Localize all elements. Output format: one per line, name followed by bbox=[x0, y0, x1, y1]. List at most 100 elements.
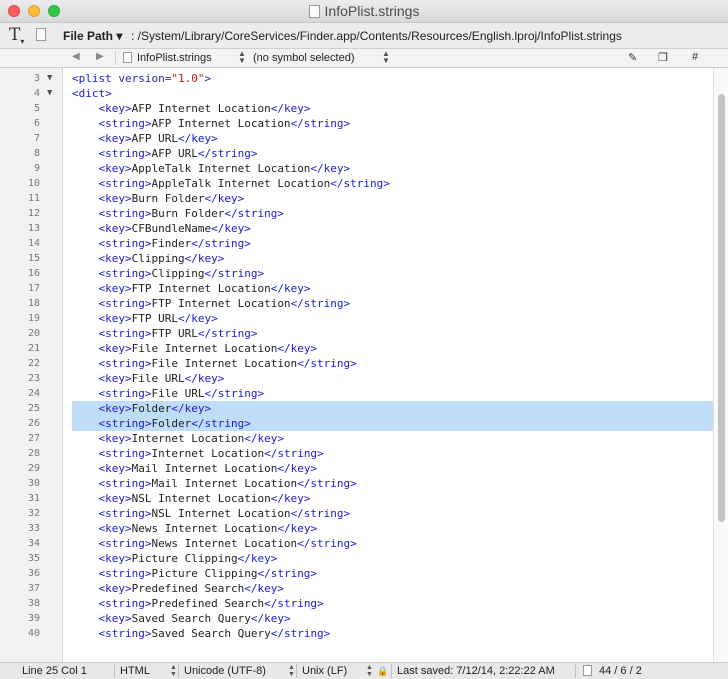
text-token: AppleTalk Internet Location bbox=[151, 177, 331, 190]
code-line[interactable]: 33 <key>News Internet Location</key> bbox=[0, 521, 728, 536]
code-line[interactable]: 4 ▼ <dict> bbox=[0, 86, 728, 101]
code-line[interactable]: 25 <key>Folder</key> bbox=[0, 401, 728, 416]
lock-icon[interactable]: 🔒 bbox=[377, 666, 388, 677]
line-number: 33 bbox=[27, 523, 40, 534]
line-text: <key>Mail Internet Location</key> bbox=[72, 461, 318, 476]
symbol-popup-arrows-icon[interactable]: ▲ ▼ bbox=[382, 50, 390, 65]
syntax-token: </string> bbox=[264, 597, 324, 610]
code-line[interactable]: 3 ▼ <plist version="1.0"> bbox=[0, 71, 728, 86]
last-saved: Last saved: 7/12/14, 2:22:22 AM bbox=[397, 665, 555, 677]
line-text: <key>AFP URL</key> bbox=[72, 131, 218, 146]
code-line[interactable]: 40 <string>Saved Search Query</string> bbox=[0, 626, 728, 641]
line-number: 40 bbox=[27, 628, 40, 639]
fold-toggle-icon[interactable]: ▼ bbox=[47, 71, 52, 86]
code-line[interactable]: 38 <string>Predefined Search</string> bbox=[0, 596, 728, 611]
code-line[interactable]: 34 <string>News Internet Location</strin… bbox=[0, 536, 728, 551]
syntax-token: <string> bbox=[98, 567, 152, 580]
documents-icon[interactable]: ❐ bbox=[658, 51, 668, 64]
code-line[interactable]: 39 <key>Saved Search Query</key> bbox=[0, 611, 728, 626]
text-token: Picture Clipping bbox=[151, 567, 258, 580]
code-line[interactable]: 29 <key>Mail Internet Location</key> bbox=[0, 461, 728, 476]
code-line[interactable]: 19 <key>FTP URL</key> bbox=[0, 311, 728, 326]
line-number: 28 bbox=[27, 448, 40, 459]
code-line[interactable]: 30 <string>Mail Internet Location</strin… bbox=[0, 476, 728, 491]
syntax-token: <string> bbox=[98, 357, 152, 370]
line-text: <key>NSL Internet Location</key> bbox=[72, 491, 311, 506]
syntax-token: <string> bbox=[98, 477, 152, 490]
line-number: 11 bbox=[27, 193, 40, 204]
forward-icon[interactable]: ▶ bbox=[96, 51, 104, 62]
syntax-token: <string> bbox=[98, 327, 152, 340]
line-text: <key>Saved Search Query</key> bbox=[72, 611, 291, 626]
line-text: <plist version="1.0"> bbox=[72, 71, 211, 86]
code-line[interactable]: 35 <key>Picture Clipping</key> bbox=[0, 551, 728, 566]
code-line[interactable]: 8 <string>AFP URL</string> bbox=[0, 146, 728, 161]
line-endings-arrows-icon[interactable]: ▲ ▼ bbox=[366, 664, 373, 678]
code-line[interactable]: 36 <string>Picture Clipping</string> bbox=[0, 566, 728, 581]
code-line[interactable]: 12 <string>Burn Folder</string> bbox=[0, 206, 728, 221]
cursor-position[interactable]: Line 25 Col 1 bbox=[22, 665, 87, 677]
code-line[interactable]: 21 <key>File Internet Location</key> bbox=[0, 341, 728, 356]
code-line[interactable]: 27 <key>Internet Location</key> bbox=[0, 431, 728, 446]
code-line[interactable]: 11 <key>Burn Folder</key> bbox=[0, 191, 728, 206]
code-line[interactable]: 9 <key>AppleTalk Internet Location</key> bbox=[0, 161, 728, 176]
code-line[interactable]: 32 <string>NSL Internet Location</string… bbox=[0, 506, 728, 521]
file-popup[interactable]: InfoPlist.strings bbox=[137, 52, 212, 64]
line-endings-popup[interactable]: Unix (LF) bbox=[302, 665, 347, 677]
hash-icon[interactable]: # bbox=[692, 51, 698, 63]
text-token: Predefined Search bbox=[131, 582, 245, 595]
code-line[interactable]: 15 <key>Clipping</key> bbox=[0, 251, 728, 266]
status-bar: Line 25 Col 1 HTML ▲ ▼ Unicode (UTF-8) ▲ ▼… bbox=[0, 662, 728, 679]
text-tool-glyph: T bbox=[9, 25, 21, 45]
code-line[interactable]: 10 <string>AppleTalk Internet Location</… bbox=[0, 176, 728, 191]
vertical-scrollbar[interactable] bbox=[713, 68, 728, 662]
code-line[interactable]: 22 <string>File Internet Location</strin… bbox=[0, 356, 728, 371]
language-arrows-icon[interactable]: ▲ ▼ bbox=[170, 664, 177, 678]
code-line[interactable]: 31 <key>NSL Internet Location</key> bbox=[0, 491, 728, 506]
syntax-token: </key> bbox=[184, 372, 225, 385]
text-options-icon[interactable]: T▾ bbox=[9, 25, 24, 46]
syntax-token: <string> bbox=[98, 417, 152, 430]
pen-icon[interactable]: ✎ bbox=[628, 51, 637, 64]
syntax-token: <key> bbox=[98, 402, 132, 415]
line-number: 22 bbox=[27, 358, 40, 369]
scrollbar-thumb[interactable] bbox=[718, 94, 725, 522]
editor[interactable]: 3 ▼ <plist version="1.0"> 4 ▼ <dict> 5 <key>AF… bbox=[0, 68, 728, 662]
code-line[interactable]: 23 <key>File URL</key> bbox=[0, 371, 728, 386]
code-line[interactable]: 17 <key>FTP Internet Location</key> bbox=[0, 281, 728, 296]
code-line[interactable]: 7 <key>AFP URL</key> bbox=[0, 131, 728, 146]
text-token: Clipping bbox=[151, 267, 205, 280]
line-number: 29 bbox=[27, 463, 40, 474]
encoding-arrows-icon[interactable]: ▲ ▼ bbox=[288, 664, 295, 678]
document-counts: 44 / 6 / 2 bbox=[599, 665, 642, 677]
code-line[interactable]: 13 <key>CFBundleName</key> bbox=[0, 221, 728, 236]
code-line[interactable]: 6 <string>AFP Internet Location</string> bbox=[0, 116, 728, 131]
syntax-token: </string> bbox=[257, 567, 318, 580]
back-icon[interactable]: ◀ bbox=[72, 51, 80, 62]
code-line[interactable]: 28 <string>Internet Location</string> bbox=[0, 446, 728, 461]
fold-toggle-icon[interactable]: ▼ bbox=[47, 86, 52, 101]
code-line[interactable]: 14 <string>Finder</string> bbox=[0, 236, 728, 251]
file-popup-arrows-icon[interactable]: ▲ ▼ bbox=[238, 50, 246, 65]
code-line[interactable]: 37 <key>Predefined Search</key> bbox=[0, 581, 728, 596]
code-line[interactable]: 18 <string>FTP Internet Location</string… bbox=[0, 296, 728, 311]
code-line[interactable]: 16 <string>Clipping</string> bbox=[0, 266, 728, 281]
code-line[interactable]: 24 <string>File URL</string> bbox=[0, 386, 728, 401]
syntax-token: </key> bbox=[171, 402, 212, 415]
symbol-popup[interactable]: (no symbol selected) bbox=[253, 52, 355, 64]
line-text: <string>Burn Folder</string> bbox=[72, 206, 284, 221]
code-line[interactable]: 5 <key>AFP Internet Location</key> bbox=[0, 101, 728, 116]
code-line[interactable]: 26 <string>Folder</string> bbox=[0, 416, 728, 431]
code-line[interactable]: 20 <string>FTP URL</string> bbox=[0, 326, 728, 341]
document-properties-icon[interactable] bbox=[36, 28, 46, 41]
line-text: <string>Saved Search Query</string> bbox=[72, 626, 331, 641]
language-popup[interactable]: HTML bbox=[120, 665, 150, 677]
file-path-menu[interactable]: File Path ▾ bbox=[63, 29, 122, 43]
line-text: <key>AppleTalk Internet Location</key> bbox=[72, 161, 351, 176]
encoding-popup[interactable]: Unicode (UTF-8) bbox=[184, 665, 266, 677]
line-number: 35 bbox=[27, 553, 40, 564]
text-token: Clipping bbox=[131, 252, 185, 265]
